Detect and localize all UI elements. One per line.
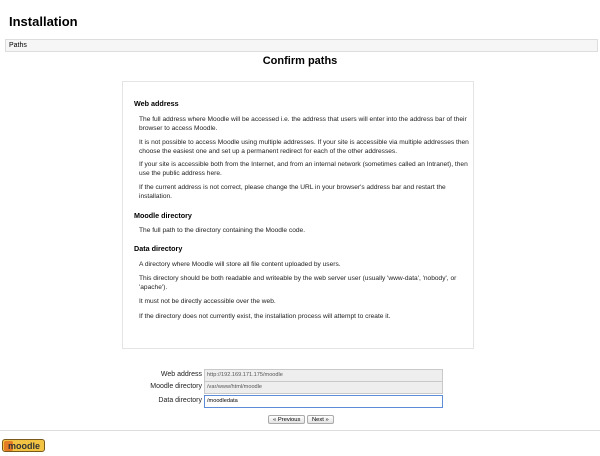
footer-divider bbox=[0, 430, 600, 431]
next-button[interactable]: Next » bbox=[307, 415, 334, 424]
web-address-help-1: The full address where Moodle will be ac… bbox=[139, 116, 467, 132]
data-directory-row: Data directory bbox=[0, 395, 600, 408]
moodle-directory-field[interactable] bbox=[204, 381, 443, 394]
section-title-data-directory: Data directory bbox=[134, 244, 183, 253]
web-address-row: Web address bbox=[0, 369, 600, 382]
data-directory-help-1: A directory where Moodle will store all … bbox=[139, 261, 341, 268]
moodle-directory-help-1: The full path to the directory containin… bbox=[139, 227, 306, 234]
moodle-logo-text: moodle bbox=[8, 441, 41, 451]
data-directory-field[interactable] bbox=[204, 395, 443, 408]
web-address-help-3: If your site is accessible both from the… bbox=[139, 161, 468, 177]
web-address-help-4: If the current address is not correct, p… bbox=[139, 184, 446, 200]
section-title-web-address: Web address bbox=[134, 99, 179, 108]
data-directory-help-3: It must not be directly accessible over … bbox=[139, 298, 276, 305]
data-directory-help-4: If the directory does not currently exis… bbox=[139, 313, 391, 320]
web-address-help-2: It is not possible to access Moodle usin… bbox=[139, 139, 469, 155]
section-title-moodle-directory: Moodle directory bbox=[134, 211, 192, 220]
data-directory-label: Data directory bbox=[158, 397, 202, 404]
data-directory-help-2: This directory should be both readable a… bbox=[139, 275, 457, 291]
moodle-logo[interactable]: moodle bbox=[2, 439, 45, 452]
breadcrumb: Paths bbox=[5, 39, 598, 52]
moodle-directory-label: Moodle directory bbox=[150, 383, 202, 390]
help-box: Web address The full address where Moodl… bbox=[122, 81, 474, 349]
breadcrumb-item-paths: Paths bbox=[9, 42, 27, 49]
web-address-label: Web address bbox=[160, 371, 202, 378]
moodle-directory-row: Moodle directory bbox=[0, 381, 600, 394]
page-header-title: Installation bbox=[9, 14, 78, 29]
page-title: Confirm paths bbox=[262, 55, 338, 67]
previous-button[interactable]: « Previous bbox=[268, 415, 306, 424]
